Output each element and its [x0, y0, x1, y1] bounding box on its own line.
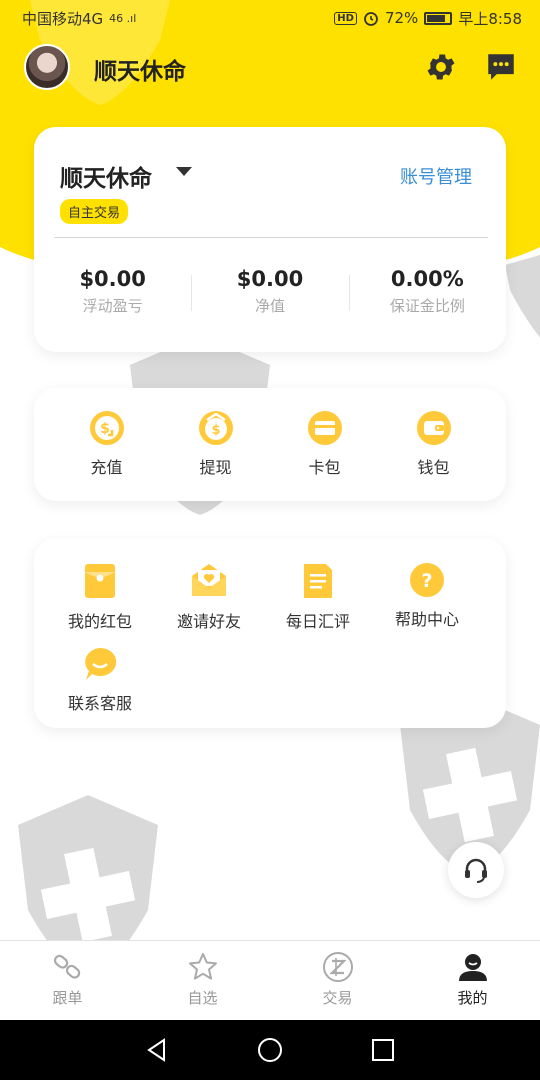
- chat-bubble-icon: [85, 647, 117, 680]
- signal-icon: 46 .ıl: [109, 11, 137, 25]
- nav-label: 我的: [457, 989, 488, 1007]
- floating-support-button[interactable]: [448, 842, 504, 898]
- nav-label: 交易: [322, 989, 353, 1007]
- stat-equity: $0.00 净值: [191, 267, 348, 316]
- headset-icon: [465, 858, 487, 883]
- stat-margin-ratio: 0.00% 保证金比例: [348, 267, 506, 316]
- star-icon: [188, 953, 217, 980]
- contact-support-button[interactable]: 联系客服: [52, 646, 148, 714]
- wallet-label: 提现: [199, 458, 232, 477]
- account-name[interactable]: 顺天休命: [60, 159, 152, 193]
- system-nav-bar: [0, 1020, 540, 1080]
- withdraw-icon: $: [198, 411, 233, 445]
- account-dropdown-caret-icon[interactable]: [176, 167, 192, 176]
- document-icon: [304, 564, 332, 598]
- service-label: 邀请好友: [176, 612, 241, 631]
- recents-icon[interactable]: [370, 1037, 396, 1063]
- gear-icon: [427, 54, 455, 80]
- red-packet-icon: [85, 564, 115, 598]
- clock: 早上8:58: [458, 9, 522, 28]
- recharge-icon: $: [89, 411, 124, 445]
- wallet-button[interactable]: 钱包: [386, 410, 482, 501]
- divider: [54, 237, 488, 238]
- home-icon[interactable]: [257, 1037, 283, 1063]
- watermark-shield-icon: [505, 255, 540, 338]
- back-icon[interactable]: [144, 1037, 170, 1063]
- nav-label: 自选: [187, 989, 218, 1007]
- card-wallet-button[interactable]: 卡包: [277, 410, 373, 501]
- message-icon: [488, 54, 514, 80]
- battery-percent: 72%: [384, 9, 419, 27]
- carrier-text: 中国移动4G: [22, 9, 104, 28]
- service-label: 帮助中心: [394, 610, 459, 629]
- account-stats: $0.00 浮动盈亏 $0.00 净值 0.00% 保证金比例: [34, 267, 506, 316]
- service-label: 我的红包: [67, 612, 132, 631]
- stat-label: 保证金比例: [389, 297, 465, 315]
- account-manage-link[interactable]: 账号管理: [400, 163, 472, 189]
- red-packet-button[interactable]: 我的红包: [52, 562, 148, 632]
- status-bar: 中国移动4G 46 .ıl HD 72% 早上8:58: [0, 0, 540, 36]
- nav-trade[interactable]: 交易: [270, 941, 405, 1020]
- account-card: 顺天休命 账号管理 自主交易 $0.00 浮动盈亏 $0.00 净值 0.00%…: [34, 127, 506, 352]
- service-label: 联系客服: [67, 694, 132, 713]
- wallet-label: 卡包: [308, 458, 341, 477]
- messages-button[interactable]: [484, 50, 518, 84]
- nav-label: 跟单: [52, 989, 83, 1007]
- card-icon: [307, 411, 342, 445]
- battery-icon: [424, 11, 453, 25]
- nav-watchlist[interactable]: 自选: [135, 941, 270, 1020]
- recharge-button[interactable]: $ 充值: [59, 410, 155, 501]
- account-type-badge: 自主交易: [60, 199, 129, 224]
- withdraw-button[interactable]: $ 提现: [168, 410, 264, 501]
- top-bar: 顺天休命: [0, 40, 540, 96]
- help-icon: ?: [410, 563, 444, 597]
- stat-value: 0.00%: [390, 267, 464, 291]
- header-username: 顺天休命: [94, 59, 186, 85]
- alarm-icon: [364, 12, 378, 26]
- services-card: 我的红包 邀请好友 每日汇评 ? 帮助中心 联系客服: [34, 538, 506, 728]
- nav-mine[interactable]: 我的: [405, 941, 540, 1020]
- stat-label: 净值: [254, 297, 285, 315]
- service-label: 每日汇评: [285, 612, 350, 631]
- user-icon: [458, 954, 487, 981]
- wallet-icon: [416, 411, 451, 445]
- nav-copy-trade[interactable]: 跟单: [0, 941, 135, 1020]
- settings-button[interactable]: [424, 50, 458, 84]
- hd-badge: HD: [334, 11, 357, 25]
- daily-review-button[interactable]: 每日汇评: [270, 562, 366, 632]
- link-icon: [53, 954, 80, 979]
- help-center-button[interactable]: ? 帮助中心: [379, 562, 475, 632]
- wallet-card: $ 充值 $ 提现 卡包 钱包: [34, 388, 506, 501]
- stat-label: 浮动盈亏: [82, 297, 143, 315]
- stat-floating-pnl: $0.00 浮动盈亏: [34, 267, 191, 316]
- bottom-nav: 跟单 自选 交易 我的: [0, 940, 540, 1020]
- wallet-label: 充值: [90, 458, 123, 477]
- invite-icon: [192, 564, 226, 596]
- trade-icon: [322, 952, 353, 982]
- stat-value: $0.00: [236, 267, 304, 291]
- invite-friends-button[interactable]: 邀请好友: [161, 562, 257, 632]
- wallet-label: 钱包: [417, 458, 450, 477]
- stat-value: $0.00: [79, 267, 146, 291]
- avatar[interactable]: [24, 44, 70, 90]
- svg-text:?: ?: [421, 570, 432, 592]
- svg-text:$: $: [211, 423, 220, 438]
